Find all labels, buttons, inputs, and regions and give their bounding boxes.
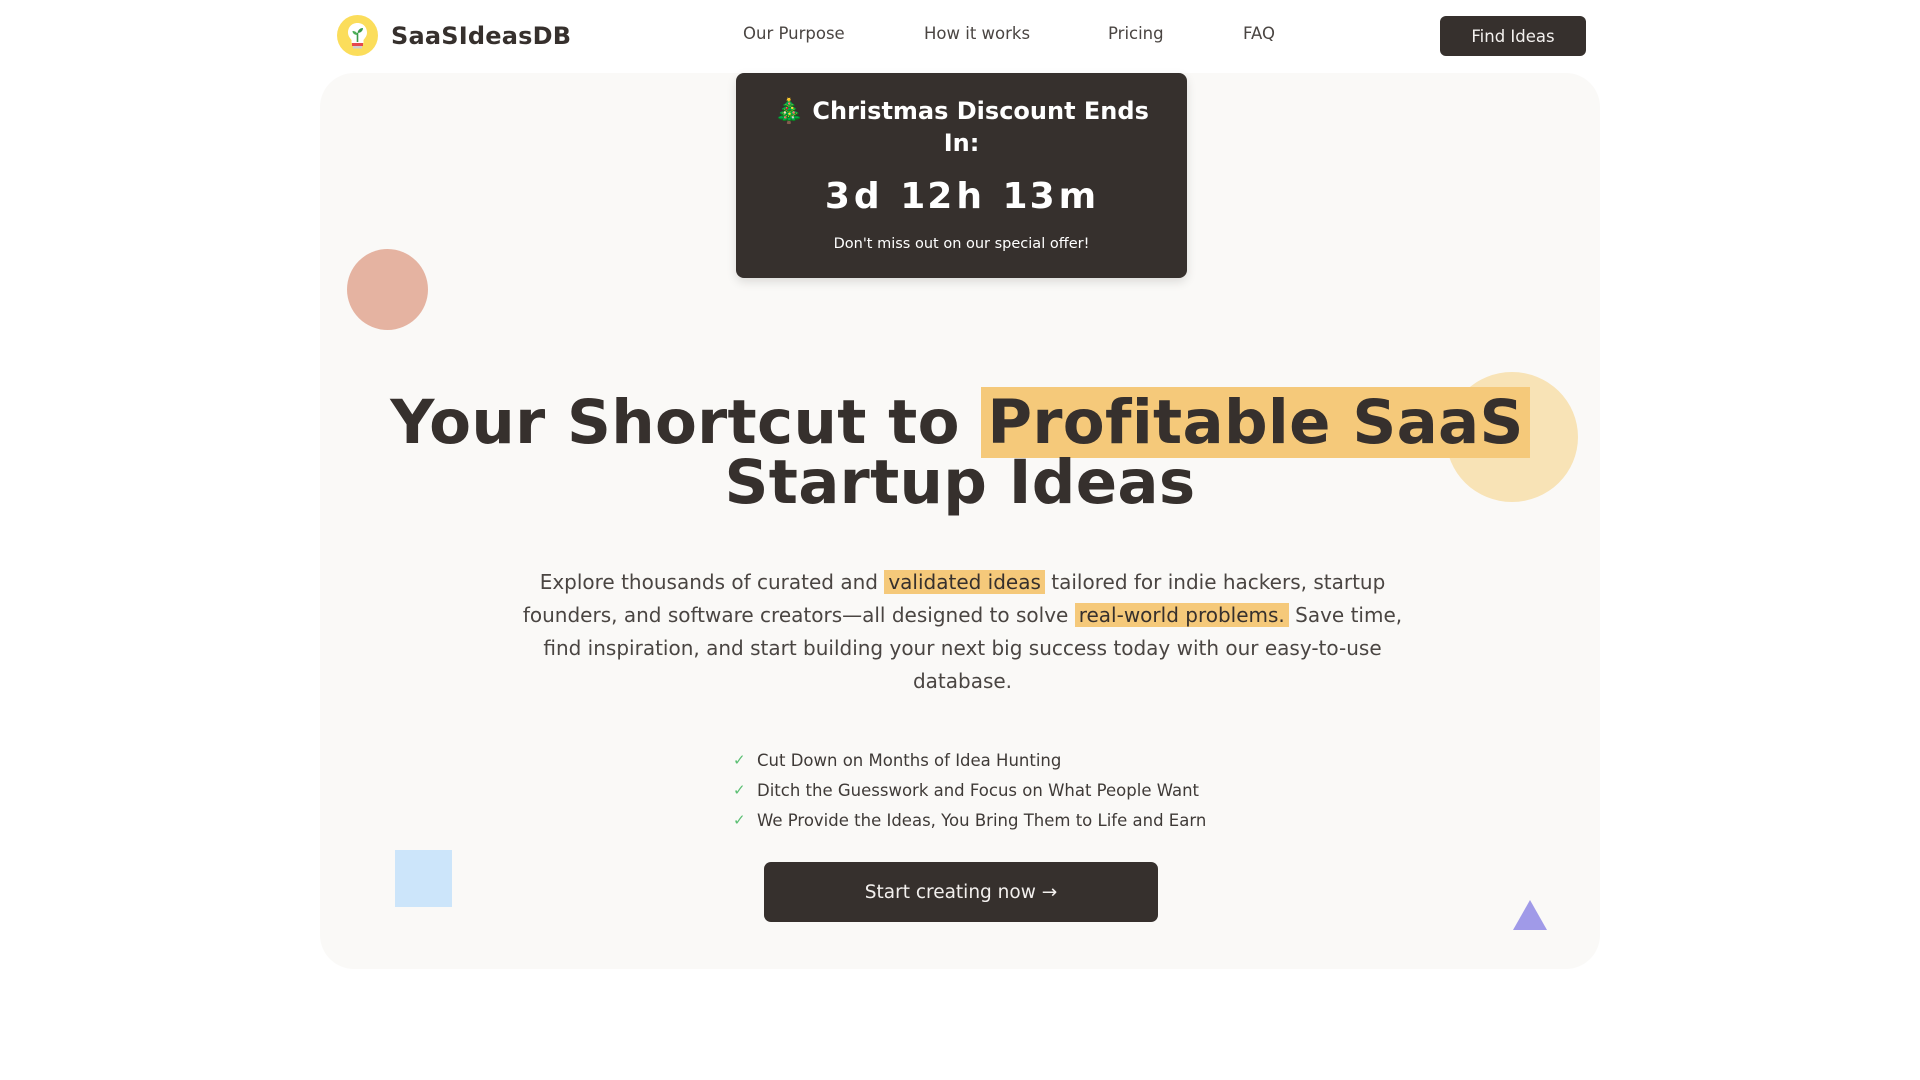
- days-value: 3: [824, 176, 852, 217]
- countdown-minutes: 13m: [1002, 176, 1100, 217]
- check-icon: ✓: [733, 811, 746, 829]
- decorative-pink-circle: [347, 249, 428, 330]
- days-unit: d: [853, 176, 882, 217]
- lead-highlight-1: validated ideas: [884, 570, 1045, 594]
- nav-pricing[interactable]: Pricing: [1108, 24, 1164, 43]
- nav-faq[interactable]: FAQ: [1243, 24, 1275, 43]
- nav-how-it-works[interactable]: How it works: [924, 24, 1030, 43]
- check-icon: ✓: [733, 751, 746, 769]
- decorative-purple-triangle: [1513, 900, 1547, 930]
- benefit-text: We Provide the Ideas, You Bring Them to …: [757, 810, 1207, 830]
- hours-value: 12: [900, 176, 955, 217]
- minutes-unit: m: [1058, 176, 1099, 217]
- christmas-countdown-card: 🎄 Christmas Discount Ends In: 3d 12h 13m…: [736, 73, 1187, 278]
- headline-post: Startup Ideas: [724, 447, 1196, 518]
- hero-description: Explore thousands of curated and validat…: [515, 566, 1410, 698]
- countdown-note: Don't miss out on our special offer!: [833, 236, 1090, 252]
- site-header: SaaSIdeasDB Our Purpose How it works Pri…: [0, 0, 1920, 72]
- hero-headline: Your Shortcut to Profitable SaaS Startup…: [320, 387, 1600, 513]
- benefit-item: ✓ We Provide the Ideas, You Bring Them t…: [733, 805, 1206, 835]
- lead-highlight-2: real-world problems.: [1074, 603, 1289, 627]
- countdown-title: 🎄 Christmas Discount Ends In:: [736, 95, 1187, 159]
- hours-unit: h: [956, 176, 984, 217]
- benefit-item: ✓ Ditch the Guesswork and Focus on What …: [733, 775, 1206, 805]
- find-ideas-button[interactable]: Find Ideas: [1440, 16, 1586, 56]
- minutes-value: 13: [1002, 176, 1057, 217]
- countdown-timer: 3d 12h 13m: [736, 176, 1187, 217]
- christmas-tree-icon: 🎄: [774, 97, 805, 125]
- benefits-list: ✓ Cut Down on Months of Idea Hunting ✓ D…: [733, 745, 1206, 835]
- benefit-item: ✓ Cut Down on Months of Idea Hunting: [733, 745, 1206, 775]
- check-icon: ✓: [733, 781, 746, 799]
- countdown-days: 3d: [824, 176, 883, 217]
- nav-our-purpose[interactable]: Our Purpose: [743, 24, 845, 43]
- main-nav: Our Purpose How it works Pricing FAQ: [0, 24, 1920, 48]
- countdown-hours: 12h: [899, 176, 985, 217]
- decorative-blue-square: [395, 850, 452, 907]
- start-creating-button[interactable]: Start creating now →: [764, 862, 1158, 922]
- lead-text-1: Explore thousands of curated and: [539, 570, 885, 594]
- benefit-text: Cut Down on Months of Idea Hunting: [757, 750, 1062, 770]
- benefit-text: Ditch the Guesswork and Focus on What Pe…: [757, 780, 1200, 800]
- countdown-title-text: Christmas Discount Ends In:: [812, 97, 1149, 157]
